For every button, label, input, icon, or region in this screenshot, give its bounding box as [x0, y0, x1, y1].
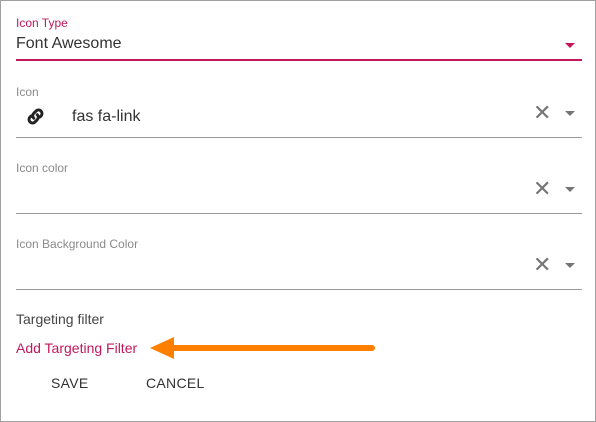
- clear-icon[interactable]: ✕: [533, 254, 551, 276]
- chevron-down-icon[interactable]: [565, 187, 575, 192]
- icon-value: fas fa-link: [72, 108, 141, 125]
- clear-icon[interactable]: ✕: [533, 102, 551, 124]
- icon-color-underline: [16, 213, 582, 214]
- icon-color-label: Icon color: [16, 161, 69, 175]
- chevron-down-icon[interactable]: [565, 111, 575, 116]
- chevron-down-icon[interactable]: [565, 43, 575, 48]
- clear-icon[interactable]: ✕: [533, 178, 551, 200]
- chevron-down-icon[interactable]: [565, 263, 575, 268]
- icon-type-value: Font Awesome: [16, 35, 122, 52]
- icon-type-underline: [16, 59, 582, 61]
- link-icon: [27, 108, 44, 125]
- icon-underline: [16, 137, 582, 138]
- cancel-button[interactable]: CANCEL: [146, 375, 205, 391]
- icon-bg-color-underline: [16, 289, 582, 290]
- icon-bg-color-label: Icon Background Color: [16, 237, 139, 251]
- arrow-annotation-icon: [150, 337, 375, 359]
- add-targeting-filter-link[interactable]: Add Targeting Filter: [16, 340, 137, 356]
- icon-type-label: Icon Type: [16, 16, 68, 30]
- targeting-filter-heading: Targeting filter: [16, 311, 104, 327]
- icon-label: Icon: [16, 85, 39, 99]
- save-button[interactable]: SAVE: [51, 375, 89, 391]
